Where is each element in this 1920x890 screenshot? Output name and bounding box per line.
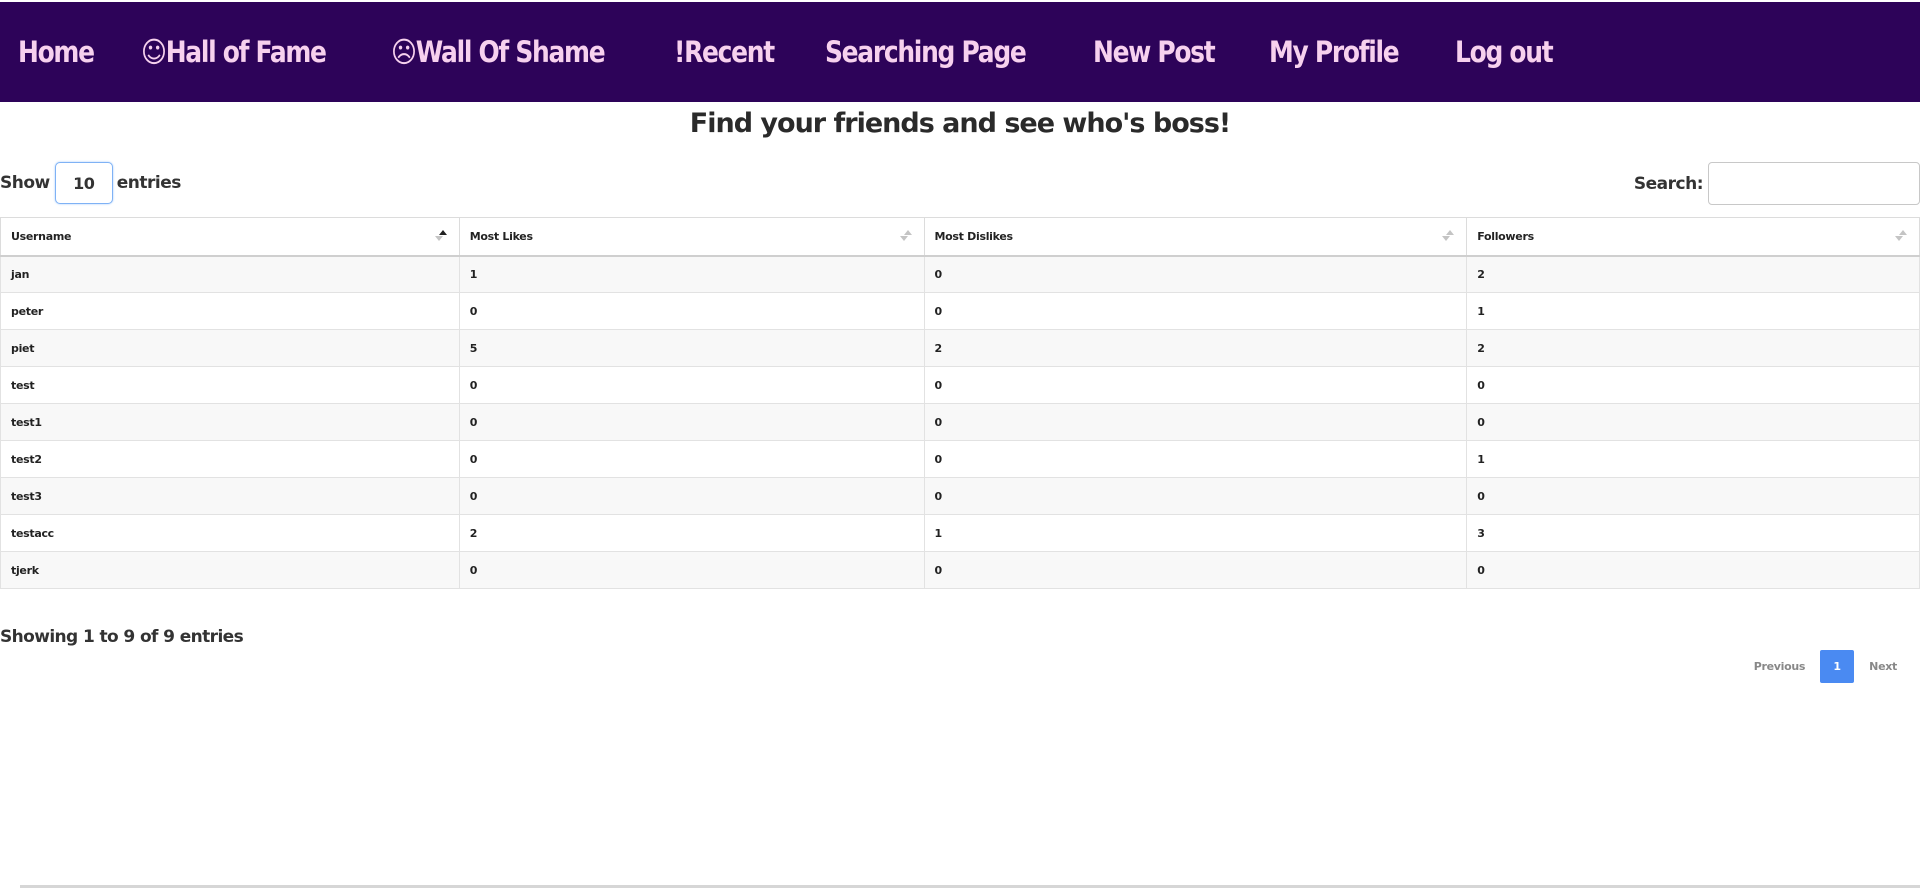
entries-label: entries (116, 173, 182, 193)
column-header-most-dislikes[interactable]: Most Dislikes (923, 217, 1468, 257)
nav-my-profile-link[interactable]: My Profile (1269, 35, 1400, 69)
followers-cell: 1 (1466, 440, 1920, 478)
table-row: testacc 2 1 3 (0, 514, 1920, 552)
likes-cell: 0 (458, 292, 925, 330)
table-row: jan 1 0 2 (0, 255, 1920, 293)
dislikes-cell: 0 (923, 551, 1468, 589)
nav-recent-link[interactable]: !Recent (674, 35, 775, 69)
table-row: piet 5 2 2 (0, 329, 1920, 367)
likes-cell: 0 (458, 477, 925, 515)
table-info-text: Showing 1 to 9 of 9 entries (0, 627, 244, 647)
likes-cell: 2 (458, 514, 925, 552)
search-label: Search: (1633, 173, 1704, 194)
nav-log-out-link[interactable]: Log out (1455, 35, 1554, 69)
entries-length-select[interactable]: 10 (54, 162, 113, 204)
followers-cell: 0 (1466, 551, 1920, 589)
table-row: peter 0 0 1 (0, 292, 1920, 330)
dislikes-cell: 0 (923, 366, 1468, 404)
nav-wall-of-shame-link[interactable]: ☹Wall Of Shame (391, 35, 606, 69)
likes-cell: 0 (458, 440, 925, 478)
previous-page-button[interactable]: Previous (1745, 660, 1814, 673)
column-header-label: Username (11, 229, 72, 243)
table-header-row: Username Most Likes Most Dislikes Follow… (0, 217, 1920, 257)
followers-cell: 0 (1466, 477, 1920, 515)
dislikes-cell: 1 (923, 514, 1468, 552)
followers-cell: 0 (1466, 403, 1920, 441)
sort-ascending-icon (434, 230, 447, 244)
likes-cell: 0 (458, 551, 925, 589)
likes-cell: 5 (458, 329, 925, 367)
followers-cell: 2 (1466, 255, 1920, 293)
table-row: test3 0 0 0 (0, 477, 1920, 515)
table-row: test 0 0 0 (0, 366, 1920, 404)
show-label: Show (0, 173, 50, 193)
followers-cell: 2 (1466, 329, 1920, 367)
page-title: Find your friends and see who's boss! (689, 108, 1231, 139)
column-header-label: Most Dislikes (934, 229, 1014, 243)
sort-icon (899, 230, 912, 244)
column-header-followers[interactable]: Followers (1466, 217, 1920, 257)
dislikes-cell: 0 (923, 255, 1468, 293)
nav-searching-page-link[interactable]: Searching Page (825, 35, 1027, 69)
followers-cell: 0 (1466, 366, 1920, 404)
username-cell: test1 (0, 403, 460, 441)
dislikes-cell: 0 (923, 477, 1468, 515)
username-cell: testacc (0, 514, 460, 552)
likes-cell: 0 (458, 403, 925, 441)
username-cell: peter (0, 292, 460, 330)
followers-cell: 1 (1466, 292, 1920, 330)
column-header-label: Most Likes (469, 229, 533, 243)
next-page-button[interactable]: Next (1860, 660, 1906, 673)
nav-hall-of-fame-link[interactable]: ☺Hall of Fame (141, 35, 327, 69)
search-input[interactable] (1708, 162, 1920, 205)
top-navbar: Home ☺Hall of Fame ☹Wall Of Shame !Recen… (0, 2, 1920, 102)
username-cell: piet (0, 329, 460, 367)
entries-length-control: Show 10 entries (0, 162, 181, 204)
followers-cell: 3 (1466, 514, 1920, 552)
likes-cell: 1 (458, 255, 925, 293)
nav-new-post-link[interactable]: New Post (1093, 35, 1216, 69)
dislikes-cell: 0 (923, 440, 1468, 478)
sort-icon (1442, 230, 1455, 244)
table-search: Search: (1634, 162, 1920, 205)
dislikes-cell: 0 (923, 403, 1468, 441)
table-row: test1 0 0 0 (0, 403, 1920, 441)
column-header-label: Followers (1477, 229, 1534, 243)
username-cell: test2 (0, 440, 460, 478)
username-cell: test (0, 366, 460, 404)
username-cell: test3 (0, 477, 460, 515)
column-header-most-likes[interactable]: Most Likes (458, 217, 925, 257)
dislikes-cell: 2 (923, 329, 1468, 367)
horizontal-scrollbar[interactable] (20, 885, 1920, 888)
table-row: test2 0 0 1 (0, 440, 1920, 478)
users-table: Username Most Likes Most Dislikes Follow… (0, 217, 1920, 589)
current-page-button[interactable]: 1 (1820, 650, 1855, 683)
username-cell: jan (0, 255, 460, 293)
dislikes-cell: 0 (923, 292, 1468, 330)
sort-icon (1895, 230, 1907, 244)
pagination: Previous 1 Next (1745, 650, 1906, 683)
likes-cell: 0 (458, 366, 925, 404)
nav-home-link[interactable]: Home (18, 35, 95, 69)
username-cell: tjerk (0, 551, 460, 589)
table-row: tjerk 0 0 0 (0, 551, 1920, 589)
column-header-username[interactable]: Username (0, 217, 460, 257)
